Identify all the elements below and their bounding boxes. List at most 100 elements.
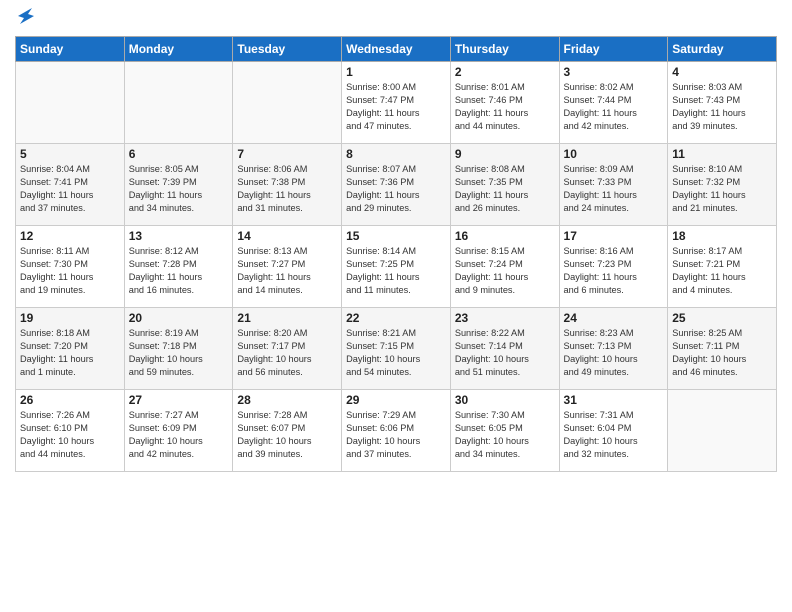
- logo: [15, 14, 38, 28]
- day-info: Sunrise: 8:18 AM Sunset: 7:20 PM Dayligh…: [20, 327, 120, 379]
- day-info: Sunrise: 8:20 AM Sunset: 7:17 PM Dayligh…: [237, 327, 337, 379]
- day-cell: 9Sunrise: 8:08 AM Sunset: 7:35 PM Daylig…: [450, 144, 559, 226]
- day-number: 28: [237, 393, 337, 407]
- day-number: 25: [672, 311, 772, 325]
- day-cell: 12 Sunrise: 8:11 AM Sunset: 7:30 PM Dayli…: [16, 226, 125, 308]
- day-number: 1: [346, 65, 446, 79]
- day-number: 12: [20, 229, 120, 243]
- day-cell: 15Sunrise: 8:14 AM Sunset: 7:25 PM Dayli…: [342, 226, 451, 308]
- day-info: Sunrise: 8:08 AM Sunset: 7:35 PM Dayligh…: [455, 163, 555, 215]
- day-cell: 8Sunrise: 8:07 AM Sunset: 7:36 PM Daylig…: [342, 144, 451, 226]
- day-info: Sunrise: 8:04 AM Sunset: 7:41 PM Dayligh…: [20, 163, 120, 215]
- day-cell: 23 Sunrise: 8:22 AM Sunset: 7:14 PM Dayli…: [450, 308, 559, 390]
- day-number: 11: [672, 147, 772, 161]
- day-cell: 5Sunrise: 8:04 AM Sunset: 7:41 PM Daylig…: [16, 144, 125, 226]
- day-number: 20: [129, 311, 229, 325]
- day-cell: [16, 62, 125, 144]
- weekday-saturday: Saturday: [668, 37, 777, 62]
- day-number: 14: [237, 229, 337, 243]
- day-info: Sunrise: 7:27 AM Sunset: 6:09 PM Dayligh…: [129, 409, 229, 461]
- weekday-sunday: Sunday: [16, 37, 125, 62]
- day-number: 21: [237, 311, 337, 325]
- day-cell: 2 Sunrise: 8:01 AM Sunset: 7:46 PM Daylig…: [450, 62, 559, 144]
- calendar-table: SundayMondayTuesdayWednesdayThursdayFrid…: [15, 36, 777, 472]
- day-info: Sunrise: 8:21 AM Sunset: 7:15 PM Dayligh…: [346, 327, 446, 379]
- weekday-wednesday: Wednesday: [342, 37, 451, 62]
- day-cell: 1 Sunrise: 8:00 AM Sunset: 7:47 PM Daylig…: [342, 62, 451, 144]
- day-cell: 28 Sunrise: 7:28 AM Sunset: 6:07 PM Dayli…: [233, 390, 342, 472]
- day-cell: [124, 62, 233, 144]
- day-cell: 20Sunrise: 8:19 AM Sunset: 7:18 PM Dayli…: [124, 308, 233, 390]
- day-info: Sunrise: 8:23 AM Sunset: 7:13 PM Dayligh…: [564, 327, 664, 379]
- day-number: 29: [346, 393, 446, 407]
- weekday-friday: Friday: [559, 37, 668, 62]
- day-number: 24: [564, 311, 664, 325]
- day-number: 2: [455, 65, 555, 79]
- day-cell: 30 Sunrise: 7:30 AM Sunset: 6:05 PM Dayli…: [450, 390, 559, 472]
- day-info: Sunrise: 8:01 AM Sunset: 7:46 PM Dayligh…: [455, 81, 555, 133]
- weekday-monday: Monday: [124, 37, 233, 62]
- weekday-thursday: Thursday: [450, 37, 559, 62]
- week-row-1: 1 Sunrise: 8:00 AM Sunset: 7:47 PM Daylig…: [16, 62, 777, 144]
- day-cell: 17 Sunrise: 8:16 AM Sunset: 7:23 PM Dayli…: [559, 226, 668, 308]
- day-number: 10: [564, 147, 664, 161]
- day-info: Sunrise: 7:28 AM Sunset: 6:07 PM Dayligh…: [237, 409, 337, 461]
- day-number: 30: [455, 393, 555, 407]
- day-number: 16: [455, 229, 555, 243]
- day-cell: 24 Sunrise: 8:23 AM Sunset: 7:13 PM Dayli…: [559, 308, 668, 390]
- day-cell: 29 Sunrise: 7:29 AM Sunset: 6:06 PM Dayli…: [342, 390, 451, 472]
- page-header: [15, 10, 777, 28]
- day-number: 31: [564, 393, 664, 407]
- day-cell: 18Sunrise: 8:17 AM Sunset: 7:21 PM Dayli…: [668, 226, 777, 308]
- day-info: Sunrise: 8:16 AM Sunset: 7:23 PM Dayligh…: [564, 245, 664, 297]
- day-cell: 13 Sunrise: 8:12 AM Sunset: 7:28 PM Dayli…: [124, 226, 233, 308]
- day-number: 6: [129, 147, 229, 161]
- day-number: 3: [564, 65, 664, 79]
- day-info: Sunrise: 7:26 AM Sunset: 6:10 PM Dayligh…: [20, 409, 120, 461]
- day-info: Sunrise: 8:10 AM Sunset: 7:32 PM Dayligh…: [672, 163, 772, 215]
- day-info: Sunrise: 8:11 AM Sunset: 7:30 PM Dayligh…: [20, 245, 120, 297]
- day-number: 18: [672, 229, 772, 243]
- day-cell: 11 Sunrise: 8:10 AM Sunset: 7:32 PM Dayli…: [668, 144, 777, 226]
- day-number: 26: [20, 393, 120, 407]
- day-cell: 19Sunrise: 8:18 AM Sunset: 7:20 PM Dayli…: [16, 308, 125, 390]
- day-cell: [233, 62, 342, 144]
- week-row-5: 26 Sunrise: 7:26 AM Sunset: 6:10 PM Dayli…: [16, 390, 777, 472]
- day-info: Sunrise: 8:22 AM Sunset: 7:14 PM Dayligh…: [455, 327, 555, 379]
- day-cell: 7 Sunrise: 8:06 AM Sunset: 7:38 PM Daylig…: [233, 144, 342, 226]
- weekday-header-row: SundayMondayTuesdayWednesdayThursdayFrid…: [16, 37, 777, 62]
- day-info: Sunrise: 8:12 AM Sunset: 7:28 PM Dayligh…: [129, 245, 229, 297]
- day-info: Sunrise: 8:15 AM Sunset: 7:24 PM Dayligh…: [455, 245, 555, 297]
- weekday-tuesday: Tuesday: [233, 37, 342, 62]
- day-number: 17: [564, 229, 664, 243]
- day-info: Sunrise: 8:05 AM Sunset: 7:39 PM Dayligh…: [129, 163, 229, 215]
- day-info: Sunrise: 7:29 AM Sunset: 6:06 PM Dayligh…: [346, 409, 446, 461]
- day-cell: 10 Sunrise: 8:09 AM Sunset: 7:33 PM Dayli…: [559, 144, 668, 226]
- day-cell: 4Sunrise: 8:03 AM Sunset: 7:43 PM Daylig…: [668, 62, 777, 144]
- day-cell: 22Sunrise: 8:21 AM Sunset: 7:15 PM Dayli…: [342, 308, 451, 390]
- day-cell: 27 Sunrise: 7:27 AM Sunset: 6:09 PM Dayli…: [124, 390, 233, 472]
- day-info: Sunrise: 8:02 AM Sunset: 7:44 PM Dayligh…: [564, 81, 664, 133]
- day-info: Sunrise: 8:06 AM Sunset: 7:38 PM Dayligh…: [237, 163, 337, 215]
- calendar-body: 1 Sunrise: 8:00 AM Sunset: 7:47 PM Daylig…: [16, 62, 777, 472]
- day-info: Sunrise: 8:07 AM Sunset: 7:36 PM Dayligh…: [346, 163, 446, 215]
- day-cell: 16 Sunrise: 8:15 AM Sunset: 7:24 PM Dayli…: [450, 226, 559, 308]
- day-cell: 21 Sunrise: 8:20 AM Sunset: 7:17 PM Dayli…: [233, 308, 342, 390]
- week-row-3: 12 Sunrise: 8:11 AM Sunset: 7:30 PM Dayli…: [16, 226, 777, 308]
- day-number: 13: [129, 229, 229, 243]
- week-row-4: 19Sunrise: 8:18 AM Sunset: 7:20 PM Dayli…: [16, 308, 777, 390]
- week-row-2: 5Sunrise: 8:04 AM Sunset: 7:41 PM Daylig…: [16, 144, 777, 226]
- day-number: 23: [455, 311, 555, 325]
- day-cell: 31 Sunrise: 7:31 AM Sunset: 6:04 PM Dayli…: [559, 390, 668, 472]
- day-number: 4: [672, 65, 772, 79]
- calendar-page: SundayMondayTuesdayWednesdayThursdayFrid…: [0, 0, 792, 612]
- day-info: Sunrise: 8:00 AM Sunset: 7:47 PM Dayligh…: [346, 81, 446, 133]
- day-info: Sunrise: 7:31 AM Sunset: 6:04 PM Dayligh…: [564, 409, 664, 461]
- day-info: Sunrise: 8:13 AM Sunset: 7:27 PM Dayligh…: [237, 245, 337, 297]
- day-info: Sunrise: 8:09 AM Sunset: 7:33 PM Dayligh…: [564, 163, 664, 215]
- day-number: 7: [237, 147, 337, 161]
- day-number: 27: [129, 393, 229, 407]
- day-cell: 6 Sunrise: 8:05 AM Sunset: 7:39 PM Daylig…: [124, 144, 233, 226]
- day-info: Sunrise: 7:30 AM Sunset: 6:05 PM Dayligh…: [455, 409, 555, 461]
- logo-icon: [16, 6, 38, 28]
